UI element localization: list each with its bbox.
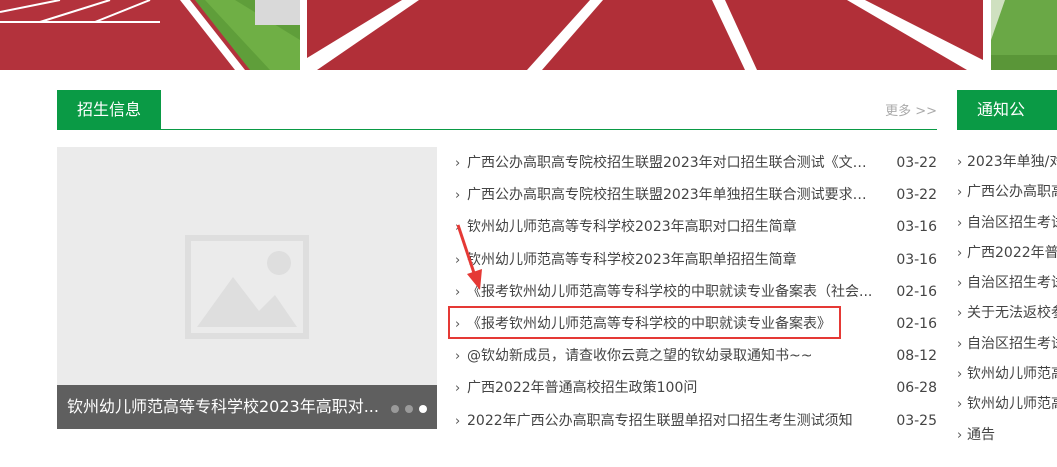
chevron-right-icon: › bbox=[455, 156, 461, 171]
news-title[interactable]: 钦州幼儿师范高等专科学校2023年高职单招招生简章 bbox=[467, 244, 797, 276]
news-title[interactable]: 广西2022年普通高校招生政策100问 bbox=[467, 372, 697, 404]
news-date: 03-22 bbox=[896, 187, 937, 204]
highlight-box bbox=[448, 306, 841, 339]
notice-item[interactable]: › 2023年单独/对 bbox=[957, 147, 1057, 177]
news-title[interactable]: 《报考钦州幼儿师范高等专科学校的中职就读专业备案表（社会... bbox=[467, 276, 872, 308]
chevron-right-icon: › bbox=[957, 306, 963, 322]
notice-item[interactable]: › 关于无法返校参 bbox=[957, 298, 1057, 328]
chevron-right-icon: › bbox=[957, 215, 963, 231]
notices-title[interactable]: 通知公告 bbox=[957, 90, 1057, 159]
featured-caption-text: 钦州幼儿师范高等专科学校2023年高职对... bbox=[67, 397, 379, 416]
news-date: 03-22 bbox=[896, 155, 937, 171]
notice-title[interactable]: 钦州幼儿师范高 bbox=[967, 366, 1057, 382]
banner-image-right[interactable] bbox=[991, 0, 1057, 70]
chevron-right-icon: › bbox=[957, 336, 963, 352]
news-item[interactable]: › 广西2022年普通高校招生政策100问 06-28 bbox=[455, 372, 937, 404]
chevron-right-icon: › bbox=[957, 367, 963, 383]
admissions-divider bbox=[57, 129, 937, 130]
chevron-right-icon: › bbox=[957, 155, 963, 170]
notices-list: ›2023年单独/对 ›广西公办高职高 ›自治区招生考试 ›广西2022年普通 … bbox=[957, 147, 1057, 450]
notice-title[interactable]: 自治区招生考试 bbox=[967, 215, 1057, 231]
news-item[interactable]: › 《报考钦州幼儿师范高等专科学校的中职就读专业备案表（社会... 02-16 bbox=[455, 276, 937, 308]
red-arrow-icon bbox=[456, 224, 482, 290]
chevron-right-icon: › bbox=[957, 276, 963, 292]
news-date: 03-16 bbox=[896, 251, 937, 268]
news-date: 03-16 bbox=[896, 219, 937, 236]
notice-title[interactable]: 自治区招生考试 bbox=[967, 336, 1057, 352]
news-title[interactable]: 广西公办高职高专院校招生联盟2023年对口招生联合测试《文化... bbox=[467, 147, 877, 179]
chevron-right-icon: › bbox=[455, 413, 461, 429]
admissions-title[interactable]: 招生信息 bbox=[57, 90, 162, 130]
chevron-right-icon: › bbox=[455, 381, 461, 397]
chevron-right-icon: › bbox=[455, 349, 461, 365]
chevron-right-icon: › bbox=[957, 397, 963, 413]
notice-title[interactable]: 自治区招生考试 bbox=[967, 275, 1057, 291]
notice-item[interactable]: › 钦州幼儿师范高 bbox=[957, 389, 1057, 419]
news-date: 06-28 bbox=[896, 380, 937, 397]
notices-header: 通知公告 bbox=[957, 90, 1057, 159]
news-date: 02-16 bbox=[896, 283, 937, 300]
admissions-news-list: › 广西公办高职高专院校招生联盟2023年对口招生联合测试《文化... 03-22 … bbox=[455, 147, 937, 437]
more-link[interactable]: 更多 >> bbox=[885, 100, 937, 119]
notice-item[interactable]: › 钦州幼儿师范高 bbox=[957, 359, 1057, 389]
news-date: 02-16 bbox=[896, 315, 937, 332]
notice-title[interactable]: 广西2022年普通 bbox=[967, 245, 1057, 261]
chevron-right-icon: › bbox=[455, 188, 461, 204]
featured-slider[interactable]: 钦州幼儿师范高等专科学校2023年高职对... bbox=[57, 147, 437, 429]
banner-image-left[interactable] bbox=[0, 0, 300, 70]
notice-title[interactable]: 关于无法返校参 bbox=[967, 305, 1057, 321]
news-item[interactable]: ›钦州幼儿师范高等专科学校2023年高职对口招生简章03-16 bbox=[455, 211, 937, 243]
admissions-header: 招生信息 更多 >> bbox=[57, 90, 937, 130]
slider-dot-active[interactable] bbox=[419, 405, 427, 413]
featured-caption[interactable]: 钦州幼儿师范高等专科学校2023年高职对... bbox=[57, 385, 437, 429]
news-item[interactable]: › 钦州幼儿师范高等专科学校2023年高职单招招生简章 03-16 bbox=[455, 244, 937, 276]
news-title[interactable]: 广西公办高职高专院校招生联盟2023年单独招生联合测试要求和... bbox=[467, 179, 877, 211]
notice-title[interactable]: 通告 bbox=[967, 427, 995, 443]
slider-dot[interactable] bbox=[405, 405, 413, 413]
notice-item[interactable]: › 通告 bbox=[957, 420, 1057, 450]
notice-title[interactable]: 广西公办高职高 bbox=[967, 184, 1057, 200]
news-date: 08-12 bbox=[896, 348, 937, 365]
notice-item[interactable]: › 自治区招生考试 bbox=[957, 329, 1057, 359]
chevron-right-icon: › bbox=[957, 185, 963, 201]
banner-image-center[interactable] bbox=[307, 0, 983, 70]
news-item[interactable]: › 广西公办高职高专院校招生联盟2023年单独招生联合测试要求和... 03-22 bbox=[455, 179, 937, 211]
notice-title[interactable]: 钦州幼儿师范高 bbox=[967, 396, 1057, 412]
notice-item[interactable]: › 广西公办高职高 bbox=[957, 177, 1057, 207]
notice-title[interactable]: 2023年单独/对 bbox=[967, 154, 1057, 170]
slider-dots bbox=[391, 405, 427, 413]
news-title[interactable]: 2022年广西公办高职高专招生联盟单招对口招生考生测试须知 bbox=[467, 405, 853, 437]
news-title[interactable]: 钦州幼儿师范高等专科学校2023年高职对口招生简章 bbox=[467, 211, 797, 243]
chevron-right-icon: › bbox=[957, 245, 963, 261]
notice-item[interactable]: ›广西2022年普通 bbox=[957, 238, 1057, 268]
notice-item[interactable]: › 自治区招生考试 bbox=[957, 208, 1057, 238]
news-item[interactable]: › 2022年广西公办高职高专招生联盟单招对口招生考生测试须知 03-25 bbox=[455, 405, 937, 437]
slider-dot[interactable] bbox=[391, 405, 399, 413]
news-item[interactable]: › @钦幼新成员，请查收你云竟之望的钦幼录取通知书~~ 08-12 bbox=[455, 340, 937, 372]
chevron-right-icon: › bbox=[957, 427, 963, 443]
banner-strip bbox=[0, 0, 1057, 70]
news-title[interactable]: @钦幼新成员，请查收你云竟之望的钦幼录取通知书~~ bbox=[467, 340, 812, 372]
news-date: 03-25 bbox=[896, 412, 937, 429]
news-item[interactable]: › 广西公办高职高专院校招生联盟2023年对口招生联合测试《文化... 03-22 bbox=[455, 147, 937, 179]
notice-item[interactable]: › 自治区招生考试 bbox=[957, 268, 1057, 298]
image-placeholder-icon bbox=[185, 235, 309, 339]
